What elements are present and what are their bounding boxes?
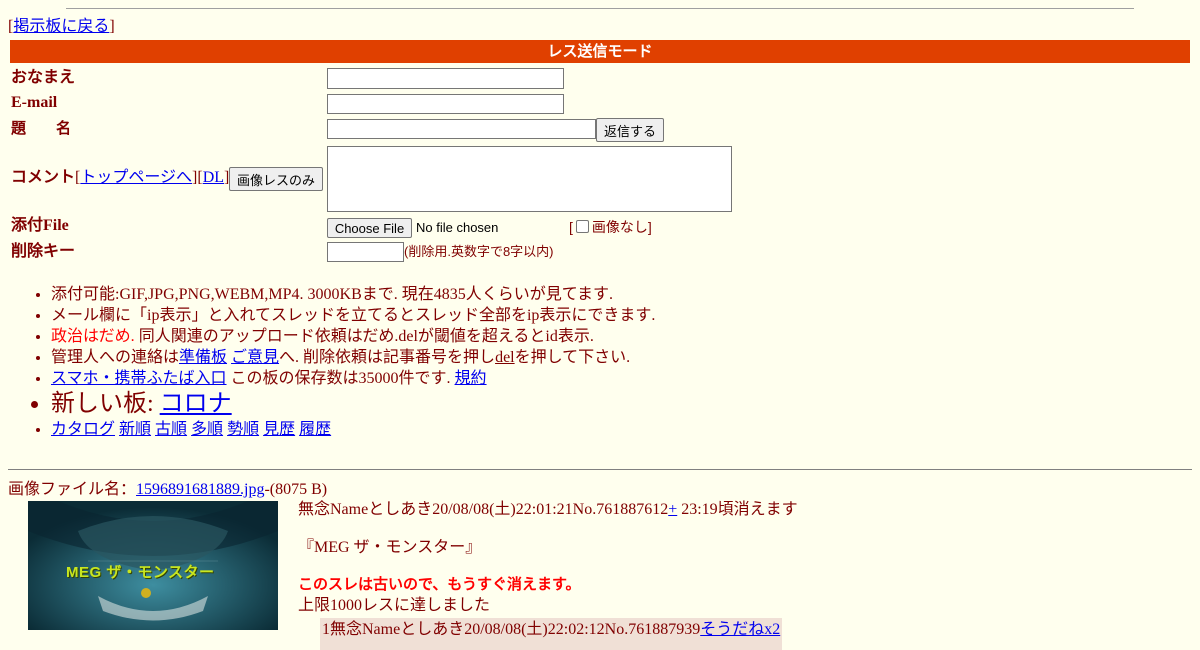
list-item: スマホ・携帯ふたば入口 この板の保存数は35000件です. 規約	[51, 368, 655, 389]
post-header: 無念Nameとしあき20/08/08(土)22:01:21No.76188761…	[298, 501, 798, 518]
delete-key-input[interactable]	[327, 242, 404, 262]
thread-image-thumbnail[interactable]: MEG ザ・モンスター	[28, 501, 278, 630]
list-item: カタログ 新順 古順 多順 勢順 見歴 履歴	[51, 419, 655, 440]
top-page-link[interactable]: トップページへ	[80, 169, 192, 186]
email-input[interactable]	[327, 94, 564, 114]
list-item: メール欄に「ip表示」と入れてスレッドを立てるとスレッド全部をip表示にできます…	[51, 305, 655, 326]
mobile-entrance-link[interactable]: スマホ・携帯ふたば入口	[51, 370, 227, 387]
top-divider	[66, 8, 1134, 9]
comment-label-row: コメント[トップページへ][DL]	[11, 169, 230, 186]
dl-link[interactable]: DL	[203, 169, 224, 186]
new-board-corona-link[interactable]: コロナ	[160, 391, 232, 417]
list-item: 添付可能:GIF,JPG,PNG,WEBM,MP4. 3000KBまで. 現在4…	[51, 284, 655, 305]
image-file-link[interactable]: 1596891681889.jpg	[136, 481, 264, 498]
choose-file-button[interactable]: Choose File	[327, 218, 412, 238]
catalog-link[interactable]: カタログ	[51, 421, 115, 438]
poster-title-text: MEG ザ・モンスター	[66, 564, 215, 581]
image-only-reply-button[interactable]: 画像レスのみ	[229, 167, 323, 191]
name-input[interactable]	[327, 68, 564, 89]
thread-divider	[8, 469, 1192, 470]
delete-key-label: 削除キー	[11, 243, 76, 260]
sort-old-link[interactable]: 古順	[155, 421, 187, 438]
comment-label: コメント	[11, 169, 76, 186]
sort-new-link[interactable]: 新順	[119, 421, 151, 438]
post-history-link[interactable]: 履歴	[299, 421, 331, 438]
list-item: 政治はだめ. 同人関連のアップロード依頼はだめ.delが閾値を超えるとid表示.	[51, 326, 655, 347]
comment-textarea[interactable]	[327, 146, 732, 212]
list-item: 新しい板: コロナ	[51, 389, 655, 419]
back-to-board-link[interactable]: 掲示板に戻る	[13, 18, 109, 35]
reply-post: 1無念Nameとしあき20/08/08(土)22:02:12No.7618879…	[320, 618, 782, 650]
delete-key-hint: (削除用.英数字で8字以内)	[404, 244, 554, 259]
back-nav: [掲示板に戻る]	[8, 18, 115, 35]
del-text: del	[495, 349, 515, 366]
subject-input[interactable]	[327, 119, 596, 139]
submit-reply-button[interactable]: 返信する	[596, 118, 664, 142]
no-image-label: 画像なし	[591, 219, 648, 235]
email-label: E-mail	[11, 94, 58, 111]
reply-mode-bar: レス送信モード	[10, 40, 1190, 63]
list-item: 管理人への連絡は準備板 ご意見へ. 削除依頼は記事番号を押しdelを押して下さい…	[51, 347, 655, 368]
sort-most-link[interactable]: 多順	[191, 421, 223, 438]
thread-expiring-warning: このスレは古いので、もうすぐ消えます。	[298, 576, 581, 593]
name-label: おなまえ	[11, 69, 76, 86]
image-filename-line: 画像ファイル名：1596891681889.jpg-(8075 B)	[8, 481, 328, 498]
no-file-chosen-text: No file chosen	[416, 220, 499, 235]
subject-label: 題 名	[11, 120, 72, 137]
board-info-list: 添付可能:GIF,JPG,PNG,WEBM,MP4. 3000KBまで. 現在4…	[11, 284, 655, 440]
prep-board-link[interactable]: 準備板	[179, 349, 227, 366]
no-image-option: [画像なし]	[569, 219, 652, 235]
attach-label: 添付File	[11, 217, 69, 234]
reply-limit-notice: 上限1000レスに達しました	[298, 597, 491, 614]
terms-link[interactable]: 規約	[455, 370, 487, 387]
politics-warning: 政治はだめ.	[51, 328, 135, 345]
no-image-checkbox[interactable]	[575, 220, 589, 233]
view-history-link[interactable]: 見歴	[263, 421, 295, 438]
post-body: 『MEG ザ・モンスター』	[298, 539, 482, 556]
post-plus-link[interactable]: +	[668, 501, 677, 518]
sort-momentum-link[interactable]: 勢順	[227, 421, 259, 438]
feedback-link[interactable]: ご意見	[231, 349, 279, 366]
